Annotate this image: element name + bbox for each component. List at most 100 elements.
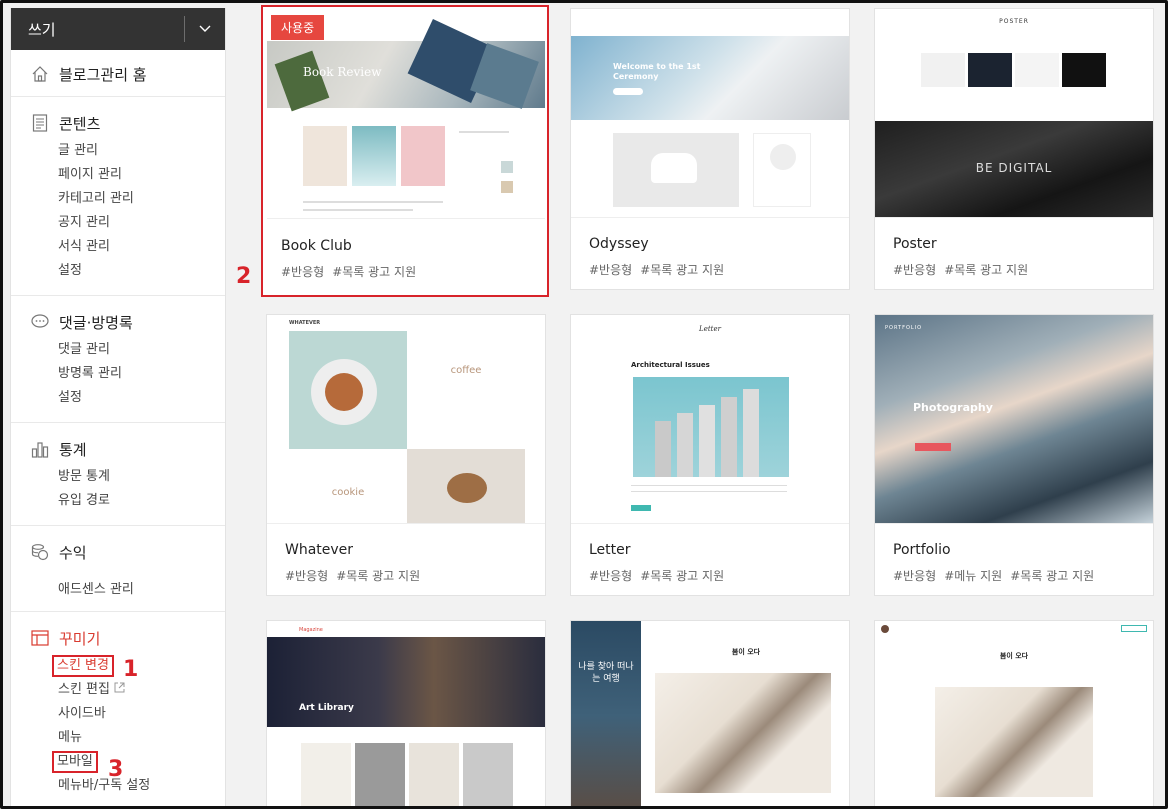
skin-card-journey[interactable]: 나를 찾아 떠나는 여행 봄이 오다 [570,620,850,809]
skin-change-highlight: 스킨 변경 [52,655,114,677]
sidebar-item-mobile[interactable]: 모바일 [52,750,225,774]
layout-icon [31,629,49,647]
hero-title: Book Review [303,65,382,79]
sidebar-item-categories[interactable]: 카테고리 관리 [58,187,225,211]
home-label: 블로그관리 홈 [59,65,147,84]
skin-card-letter[interactable]: Letter Architectural Issues Letter #반응형 … [570,314,850,596]
thumb-title: Architectural Issues [631,361,710,369]
skin-name: Poster [893,236,937,252]
skin-thumbnail: Welcome to the 1st Ceremony [571,9,849,218]
tag: #목록 광고 지원 [336,569,421,583]
skin-thumbnail: POSTER BE DIGITAL [875,9,1153,218]
sidebar-item-comments-settings[interactable]: 설정 [58,386,225,410]
tag: #목록 광고 지원 [640,263,725,277]
stats-label: 통계 [59,440,87,459]
sidebar-item-templates[interactable]: 서식 관리 [58,235,225,259]
sidebar-item-comments[interactable]: 댓글 관리 [58,338,225,362]
chevron-down-icon[interactable] [185,25,225,33]
section-contents: 콘텐츠 글 관리 페이지 관리 카테고리 관리 공지 관리 서식 관리 설정 [11,97,225,296]
skin-thumbnail: Book Review [267,11,545,219]
skin-card-poster[interactable]: POSTER BE DIGITAL Poster #반응형 #목록 광고 지원 [874,8,1154,290]
skin-tags: #반응형 #목록 광고 지원 [589,567,724,584]
sidebar-item-home[interactable]: 블로그관리 홈 [31,62,225,86]
tag: #반응형 [285,569,329,583]
sidebar-item-skin-change[interactable]: 스킨 변경 [52,654,225,678]
sidebar-section-comments[interactable]: 댓글·방명록 [31,310,225,334]
sidebar-section-contents[interactable]: 콘텐츠 [31,111,225,135]
sidebar-item-visit-stats[interactable]: 방문 통계 [58,465,225,489]
bar-chart-icon [31,440,49,458]
sidebar-item-menu[interactable]: 메뉴 [58,726,225,750]
home-icon [31,65,49,83]
sidebar-item-pages[interactable]: 페이지 관리 [58,163,225,187]
skin-card-magazine[interactable]: Magazine Art Library [266,620,546,809]
sidebar-item-contents-settings[interactable]: 설정 [58,259,225,283]
skin-card-portfolio[interactable]: PORTFOLIO Photography Portfolio #반응형 #메뉴… [874,314,1154,596]
comments-label: 댓글·방명록 [59,313,133,332]
sidebar-item-sidebar[interactable]: 사이드바 [58,702,225,726]
write-button[interactable]: 쓰기 [11,8,225,50]
tag: #메뉴 지원 [944,569,1003,583]
write-label: 쓰기 [28,20,56,39]
mobile-highlight: 모바일 [52,751,98,773]
decorate-label: 꾸미기 [59,629,101,648]
skin-tags: #반응형 #목록 광고 지원 [285,567,420,584]
thumb-text-coffee: coffee [450,365,482,376]
skin-card-whatever[interactable]: WHATEVER coffee cookie Whatever #반응형 #목록… [266,314,546,596]
tag: #반응형 [589,569,633,583]
annotation-number-3: 3 [108,757,124,782]
tag: #반응형 [281,265,325,279]
hero-image: Book Review [267,19,545,112]
thumb-post-title: 봄이 오다 [731,648,761,656]
skin-name: Book Club [281,238,352,254]
coins-icon [31,543,49,561]
speech-bubble-icon [31,313,49,331]
sidebar-section-decorate[interactable]: 꾸미기 [31,626,225,650]
hero-title: BE DIGITAL [975,161,1053,175]
hero-title: Art Library [299,703,354,713]
skin-thumbnail: Letter Architectural Issues [571,315,849,524]
skin-thumbnail: 나를 찾아 떠나는 여행 봄이 오다 [571,621,849,809]
sidebar-item-menubar-subscribe[interactable]: 메뉴바/구독 설정 [58,774,225,798]
skin-name: Portfolio [893,542,951,558]
skin-card-book-club[interactable]: 사용중 Book Review Book Club #반응형 #목록 광고 지원 [261,5,549,297]
tag: #목록 광고 지원 [944,263,1029,277]
skin-tags: #반응형 #목록 광고 지원 [589,261,724,278]
thumb-header: POSTER [999,18,1029,25]
thumb-header: PORTFOLIO [885,325,923,331]
skin-edit-label: 스킨 편집 [58,682,110,697]
hero-image: Art Library [267,637,545,727]
skin-name: Whatever [285,542,354,558]
thumb-header: WHATEVER [289,320,321,326]
skin-thumbnail: PORTFOLIO Photography [875,315,1153,524]
section-revenue: 수익 애드센스 관리 [11,526,225,612]
skin-card-square[interactable]: 봄이 오다 [874,620,1154,809]
tag: #반응형 [589,263,633,277]
hero-title: Welcome to the 1st Ceremony [613,62,701,81]
skin-name: Odyssey [589,236,649,252]
sidebar-section-revenue[interactable]: 수익 [31,540,225,564]
sidebar-item-adsense[interactable]: 애드센스 관리 [58,578,225,602]
sidebar-item-guestbook[interactable]: 방명록 관리 [58,362,225,386]
skin-name: Letter [589,542,631,558]
sidebar-item-notices[interactable]: 공지 관리 [58,211,225,235]
section-comments: 댓글·방명록 댓글 관리 방명록 관리 설정 [11,296,225,423]
sidebar-item-posts[interactable]: 글 관리 [58,139,225,163]
document-icon [31,114,49,132]
hero-image: Welcome to the 1st Ceremony [571,36,849,120]
thumb-post-title: 봄이 오다 [999,652,1029,660]
hero-title: Photography [913,401,993,414]
skin-card-odyssey[interactable]: Welcome to the 1st Ceremony Odyssey #반응형… [570,8,850,290]
skin-thumbnail: WHATEVER coffee cookie [267,315,545,524]
sidebar: 쓰기 블로그관리 홈 콘텐츠 글 관리 페이지 관리 카테고리 관리 공지 관리… [10,8,226,809]
sidebar-item-skin-edit[interactable]: 스킨 편집 [58,678,225,702]
thumb-header: Magazine [299,627,323,633]
sidebar-item-referrers[interactable]: 유입 경로 [58,489,225,513]
skin-tags: #반응형 #목록 광고 지원 [281,263,416,280]
tag: #목록 광고 지원 [332,265,417,279]
sidebar-section-stats[interactable]: 통계 [31,437,225,461]
thumb-header: Letter [699,325,721,333]
tag: #목록 광고 지원 [1010,569,1095,583]
contents-label: 콘텐츠 [59,114,101,133]
section-stats: 통계 방문 통계 유입 경로 [11,423,225,526]
